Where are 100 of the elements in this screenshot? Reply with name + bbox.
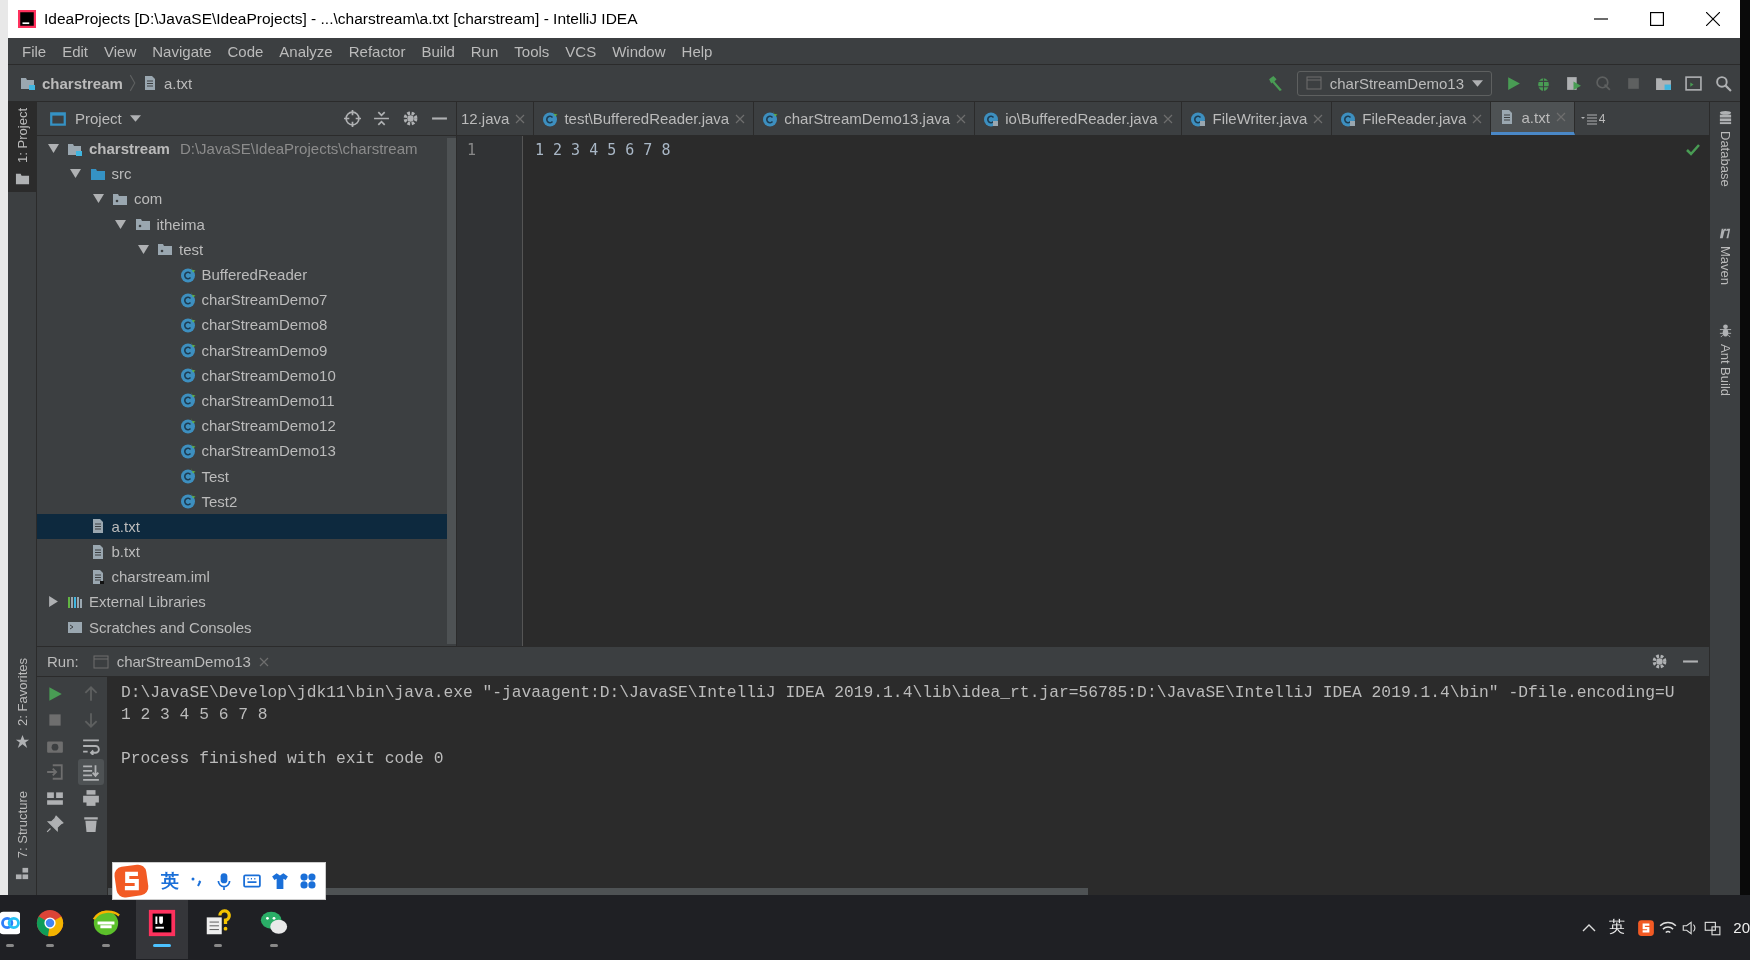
menu-item[interactable]: Window [604, 42, 674, 60]
run-configuration-dropdown[interactable]: charStreamDemo13 [1296, 70, 1492, 96]
expand-arrow-icon[interactable] [47, 143, 59, 155]
tool-window-button[interactable]: Ant Build [1710, 322, 1740, 396]
menu-item[interactable]: Help [673, 42, 721, 60]
terminal-window-icon[interactable] [1685, 74, 1702, 92]
editor-tab[interactable]: charStreamDemo13.java [754, 102, 976, 135]
structure-icon [14, 866, 30, 881]
tree-item[interactable]: charStreamDemo11 [37, 387, 447, 414]
clock[interactable]: 20 [1733, 919, 1750, 936]
tool-window-button[interactable]: 7: Structure [8, 784, 36, 887]
editor-tab[interactable]: io\BufferedReader.java [975, 102, 1183, 135]
tree-item[interactable]: External Libraries [37, 589, 447, 615]
tree-item[interactable]: charStreamDemo12 [37, 413, 447, 439]
menu-item[interactable]: Run [462, 42, 507, 60]
menu-item[interactable]: Navigate [144, 42, 220, 60]
tree-item[interactable]: b.txt [37, 539, 447, 565]
settings-icon[interactable] [402, 110, 419, 127]
tool-window-button[interactable]: 2: Favorites [8, 651, 36, 755]
search-icon[interactable] [1715, 74, 1732, 92]
input-language-indicator[interactable]: 英 [1609, 917, 1626, 938]
expand-arrow-icon[interactable] [92, 193, 104, 205]
tree-item[interactable]: charStreamDemo9 [37, 337, 447, 363]
language-mode-button[interactable]: 英 [161, 869, 179, 893]
project-view-dropdown[interactable]: Project [49, 109, 141, 128]
editor-tab[interactable]: test\BufferedReader.java [534, 102, 755, 135]
print-icon[interactable] [82, 789, 100, 807]
tree-item[interactable]: charstream.iml [37, 564, 447, 590]
input-method-icon[interactable] [1637, 918, 1656, 937]
close-icon[interactable] [1706, 12, 1720, 26]
maximize-icon[interactable] [1650, 12, 1664, 26]
tree-item[interactable]: com [37, 186, 447, 212]
hidden-tabs-button[interactable]: 4 [1574, 102, 1612, 135]
tree-item[interactable]: a.txt [37, 513, 447, 539]
intellij-app-icon [147, 908, 177, 938]
settings-icon[interactable] [1651, 653, 1668, 670]
collapse-arrow-icon[interactable] [47, 596, 59, 608]
menu-item[interactable]: Tools [506, 42, 558, 60]
menu-item[interactable]: Build [413, 42, 463, 60]
window-icon [92, 653, 109, 670]
tree-item[interactable]: Test [37, 463, 447, 489]
code-line: 1 2 3 4 5 6 7 8 [535, 141, 671, 159]
menu-item[interactable]: File [14, 42, 55, 60]
run-tab[interactable]: charStreamDemo13 [92, 653, 269, 670]
tree-item[interactable]: charStreamDemo8 [37, 312, 447, 338]
pin-icon[interactable] [46, 815, 64, 833]
expand-arrow-icon[interactable] [115, 218, 126, 230]
menu-item[interactable]: Refactor [340, 42, 414, 60]
expand-arrow-icon[interactable] [137, 243, 149, 255]
expand-arrow-icon[interactable] [70, 168, 81, 180]
collapse-all-icon[interactable] [373, 110, 390, 127]
database-icon [1717, 110, 1733, 125]
tree-item[interactable]: itheima [37, 211, 447, 237]
menu-item[interactable]: Analyze [271, 42, 341, 60]
breadcrumb[interactable]: a.txt [141, 74, 193, 92]
locate-icon[interactable] [344, 110, 361, 127]
chevron-icon [128, 74, 136, 92]
hammer-icon[interactable] [1266, 74, 1284, 92]
class-icon [179, 266, 196, 283]
browser-app-icon [91, 908, 121, 938]
run-icon[interactable] [46, 685, 64, 703]
tree-item[interactable]: Scratches and Consoles [37, 614, 447, 640]
tree-item[interactable]: BufferedReader [37, 261, 447, 288]
editor-tab[interactable]: 12.java [457, 102, 535, 135]
trash-icon[interactable] [82, 815, 100, 833]
grid-icon[interactable] [299, 872, 317, 890]
editor-tab[interactable]: a.txt [1491, 102, 1575, 135]
class-icon [983, 110, 1000, 127]
tool-window-button[interactable]: 1: Project [8, 102, 36, 192]
tree-item[interactable]: charstream D:\JavaSE\IdeaProjects\charstream [37, 136, 447, 162]
menu-item[interactable]: View [96, 42, 145, 60]
tool-window-button[interactable]: Maven [1710, 224, 1740, 285]
tree-item[interactable]: Test2 [37, 488, 447, 514]
tree-item[interactable]: charStreamDemo10 [37, 362, 447, 388]
class-icon [542, 110, 559, 127]
shirt-icon[interactable] [271, 872, 289, 890]
console-line: D:\JavaSE\Develop\jdk11\bin\java.exe "-javaagent:D:\JavaSE\IntelliJ IDEA 2019.1.4\lib\idea_rt.jar=56785:D:\JavaSE\IntelliJ IDEA 2019.1.4\bin" -Dfile.encoding=U [121, 683, 1676, 704]
menu-item[interactable]: Code [219, 42, 272, 60]
tree-item[interactable]: src [37, 161, 447, 187]
check-icon [1685, 142, 1701, 158]
scrollbar[interactable] [447, 138, 456, 644]
tool-window-button[interactable]: Database [1710, 110, 1740, 187]
breadcrumb[interactable]: charstream [20, 74, 123, 92]
tree-item[interactable]: test [37, 236, 447, 262]
microphone-icon[interactable] [215, 872, 233, 890]
coverage-icon[interactable] [1565, 74, 1582, 92]
layout-icon[interactable] [46, 789, 64, 807]
window-icon [1305, 75, 1322, 91]
scroll-to-end-icon[interactable] [82, 763, 100, 781]
class-icon [1340, 110, 1357, 127]
keyboard-icon[interactable] [243, 872, 261, 890]
tree-item[interactable]: charStreamDemo13 [37, 438, 447, 464]
run-icon[interactable] [1505, 74, 1522, 92]
tree-item[interactable]: charStreamDemo7 [37, 287, 447, 313]
module-folder-icon [20, 75, 36, 91]
editor-tab[interactable]: FileWriter.java [1182, 102, 1333, 135]
menu-item[interactable]: Edit [54, 42, 97, 60]
wrap-icon[interactable] [82, 737, 100, 755]
menu-item[interactable]: VCS [557, 42, 605, 60]
app-logo-icon [18, 10, 36, 28]
